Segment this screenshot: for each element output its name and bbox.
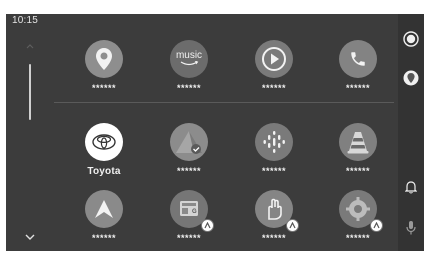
app-tile-news[interactable]: G ******	[149, 163, 229, 243]
app-label: ******	[261, 233, 286, 243]
amazon-music-icon: music	[175, 49, 203, 61]
gear-app-icon	[346, 197, 370, 221]
car-display: 10:15 ****** music ****** ****** ****** …	[6, 14, 424, 251]
app-label: ******	[345, 233, 370, 243]
mountain-check-icon	[176, 131, 202, 154]
app-label: ******	[345, 83, 370, 93]
app-tile-navigation[interactable]: ******	[64, 163, 144, 243]
record-icon	[403, 31, 419, 47]
app-icon-play	[255, 40, 293, 78]
smile-arrow-icon	[180, 60, 199, 65]
map-shortcut-button[interactable]	[402, 70, 420, 88]
svg-text:G: G	[192, 209, 197, 215]
app-tile-maps[interactable]: ******	[64, 14, 144, 93]
phone-icon	[351, 52, 365, 66]
app-label: ******	[261, 83, 286, 93]
app-tile-phone[interactable]: ******	[318, 14, 398, 93]
app-tile-amazon-music[interactable]: music ******	[149, 14, 229, 93]
app-icon-amazon-music: music	[170, 40, 208, 78]
microphone-icon	[406, 221, 416, 235]
app-icon-phone	[339, 40, 377, 78]
toyota-logo-icon	[92, 134, 116, 150]
app-label: ******	[91, 233, 116, 243]
app-label: ******	[176, 83, 201, 93]
app-tile-play[interactable]: ******	[234, 14, 314, 93]
news-icon: G	[180, 201, 198, 216]
app-tile-toyota[interactable]: Toyota	[64, 96, 144, 177]
map-pin-icon	[403, 70, 419, 86]
app-tile-vlc[interactable]: ******	[318, 96, 398, 176]
scrollbar[interactable]	[29, 64, 31, 120]
voice-button[interactable]	[402, 219, 420, 237]
app-icon-podcast	[255, 123, 293, 161]
record-button[interactable]	[402, 30, 420, 48]
app-label: ******	[176, 233, 201, 243]
android-auto-badge-icon	[370, 219, 383, 232]
app-icon-vlc	[339, 123, 377, 161]
app-tile-checkmark[interactable]: ******	[149, 96, 229, 176]
app-icon-checkmark	[170, 123, 208, 161]
app-icon-maps	[85, 40, 123, 78]
android-auto-badge-icon	[286, 219, 299, 232]
notifications-button[interactable]	[402, 178, 420, 196]
navigation-arrow-icon	[95, 200, 113, 218]
play-icon	[262, 47, 286, 71]
app-tile-hand[interactable]: ******	[234, 163, 314, 243]
android-auto-badge-icon	[201, 219, 214, 232]
map-pin-icon	[96, 48, 112, 70]
app-icon-navigation	[85, 190, 123, 228]
app-tile-gear-app[interactable]: ******	[318, 163, 398, 243]
right-side-rail	[398, 14, 424, 251]
podcast-icon	[263, 131, 285, 153]
left-scroll-rail	[6, 14, 54, 251]
bell-icon	[405, 181, 417, 194]
app-grid: ****** music ****** ****** ****** Toyota…	[54, 14, 396, 251]
hand-icon	[268, 198, 282, 220]
chevron-up-icon[interactable]	[26, 42, 34, 50]
app-icon-toyota	[85, 123, 123, 161]
traffic-cone-icon	[347, 132, 369, 154]
chevron-down-icon[interactable]	[25, 233, 35, 241]
app-tile-podcast[interactable]: ******	[234, 96, 314, 176]
app-label: ******	[91, 83, 116, 93]
